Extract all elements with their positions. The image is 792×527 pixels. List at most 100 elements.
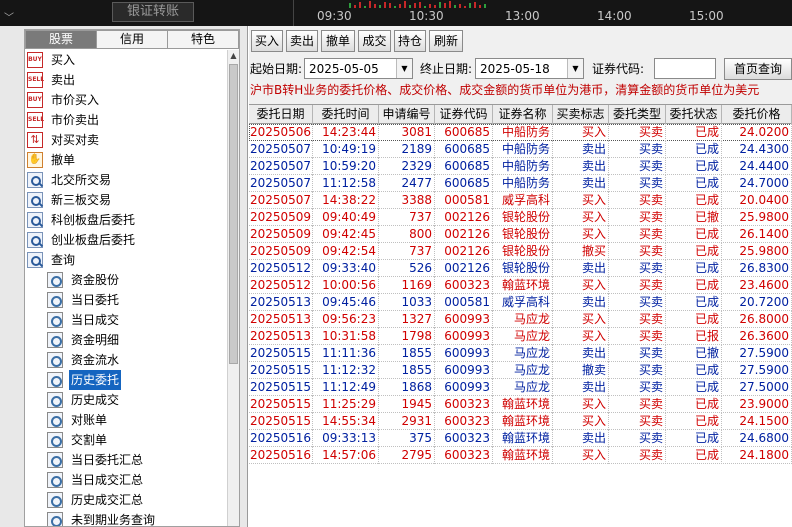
column-header[interactable]: 委托价格: [722, 105, 792, 124]
volume-bar: [379, 5, 381, 8]
table-row[interactable]: 20250513 09:56:23 1327 600993 马应龙 买入 买卖 已成 26.80…: [249, 311, 792, 328]
orders-table: 委托日期 委托时间 申请编号 证券代码 证券名称 买卖标志 委托类型 委托状态 委托价格 202…: [249, 104, 792, 527]
buy-button[interactable]: 买入: [251, 30, 283, 52]
refresh-button[interactable]: 刷新: [429, 30, 463, 52]
security-code-input[interactable]: [654, 58, 716, 79]
table-cell: 2329: [379, 158, 435, 175]
end-date-value: 2025-05-18: [480, 62, 550, 76]
tree-item-label: 当日委托: [71, 293, 120, 307]
table-cell: 卖出: [553, 294, 609, 311]
table-row[interactable]: 20250516 09:33:13 375 600323 翰蓝环境 卖出 买卖 已成 24.68…: [249, 430, 792, 447]
table-row[interactable]: 20250507 10:49:19 2189 600685 中船防务 卖出 买卖 已成 24.4…: [249, 141, 792, 158]
table-cell: 已成: [666, 379, 722, 396]
table-row[interactable]: 20250515 11:12:49 1868 600993 马应龙 卖出 买卖 已成 27.50…: [249, 379, 792, 396]
column-header[interactable]: 委托状态: [666, 105, 722, 124]
table-row[interactable]: 20250515 11:12:32 1855 600993 马应龙 撤卖 买卖 已成 27.59…: [249, 362, 792, 379]
table-cell: 翰蓝环境: [493, 396, 553, 413]
table-cell: 已成: [666, 413, 722, 430]
query-icon: [47, 412, 63, 428]
tree-item-label: 资金流水: [71, 353, 120, 367]
column-header[interactable]: 委托类型: [609, 105, 666, 124]
table-cell: 24.7000: [722, 175, 792, 192]
column-header[interactable]: 买卖标志: [553, 105, 609, 124]
dropdown-arrow-icon[interactable]: ▼: [567, 59, 583, 78]
table-cell: 27.5900: [722, 362, 792, 379]
table-cell: 526: [379, 260, 435, 277]
table-row[interactable]: 20250509 09:40:49 737 002126 银轮股份 买入 买卖 已撤 25.98…: [249, 209, 792, 226]
table-cell: 1855: [379, 345, 435, 362]
start-date-picker[interactable]: 2025-05-05 ▼: [304, 58, 413, 79]
table-row[interactable]: 20250516 14:57:06 2795 600323 翰蓝环境 买入 买卖 已成 24.1…: [249, 447, 792, 464]
tab-stocks[interactable]: 股票: [25, 30, 97, 49]
table-row[interactable]: 20250513 10:31:58 1798 600993 马应龙 买入 买卖 已报 26.36…: [249, 328, 792, 345]
table-row[interactable]: 20250506 14:23:44 3081 600685 中船防务 买入 买卖 已成 24.0…: [249, 124, 792, 141]
table-cell: 20250515: [249, 345, 313, 362]
table-row[interactable]: 20250512 10:00:56 1169 600323 翰蓝环境 买入 买卖 已成 23.4…: [249, 277, 792, 294]
table-cell: 撤买: [553, 243, 609, 260]
table-cell: 20250513: [249, 294, 313, 311]
scroll-up-arrow-icon[interactable]: ▲: [228, 50, 239, 62]
table-cell: 600685: [435, 141, 493, 158]
table-row[interactable]: 20250507 10:59:20 2329 600685 中船防务 卖出 买卖 已成 24.4…: [249, 158, 792, 175]
column-header[interactable]: 委托时间: [313, 105, 379, 124]
table-cell: 已成: [666, 243, 722, 260]
column-header[interactable]: 委托日期: [249, 105, 313, 124]
table-cell: 26.8300: [722, 260, 792, 277]
table-cell: 银轮股份: [493, 260, 553, 277]
table-cell: 买入: [553, 192, 609, 209]
table-row[interactable]: 20250515 11:11:36 1855 600993 马应龙 卖出 买卖 已撤 27.59…: [249, 345, 792, 362]
table-row[interactable]: 20250509 09:42:45 800 002126 银轮股份 买入 买卖 已成 26.14…: [249, 226, 792, 243]
table-cell: 买入: [553, 226, 609, 243]
tree-scrollbar[interactable]: ▲: [227, 50, 239, 526]
chevron-down-icon[interactable]: ﹀: [4, 14, 16, 24]
table-cell: 600685: [435, 175, 493, 192]
table-cell: 09:40:49: [313, 209, 379, 226]
table-cell: 20250509: [249, 209, 313, 226]
tab-special[interactable]: 特色: [167, 30, 239, 49]
tree-item-label: 科创板盘后委托: [51, 213, 136, 227]
table-row[interactable]: 20250507 11:12:58 2477 600685 中船防务 卖出 买卖 已成 24.7…: [249, 175, 792, 192]
column-header[interactable]: 申请编号: [379, 105, 435, 124]
first-page-query-button[interactable]: 首页查询: [724, 58, 792, 80]
query-icon: [47, 392, 63, 408]
table-row[interactable]: 20250515 14:55:34 2931 600323 翰蓝环境 买入 买卖 已成 24.1…: [249, 413, 792, 430]
table-cell: 20250507: [249, 192, 313, 209]
trades-button[interactable]: 成交: [358, 30, 391, 52]
table-cell: 买卖: [609, 294, 666, 311]
cancel-order-button[interactable]: 撤单: [321, 30, 355, 52]
scroll-thumb[interactable]: [229, 64, 238, 364]
tab-credit[interactable]: 信用: [96, 30, 168, 49]
function-tree-box: 股票 信用 特色 BUY 买入 SELL 卖出 BUY 市价买入 SELL 市价卖出 ⇅ 对买对卖…: [24, 29, 240, 527]
table-cell: 737: [379, 209, 435, 226]
table-cell: 20250512: [249, 260, 313, 277]
table-row[interactable]: 20250515 11:25:29 1945 600323 翰蓝环境 买入 买卖 已成 23.9…: [249, 396, 792, 413]
table-cell: 买卖: [609, 243, 666, 260]
column-header[interactable]: 证券代码: [435, 105, 493, 124]
table-cell: 买卖: [609, 362, 666, 379]
volume-bar: [419, 2, 421, 8]
table-cell: 已成: [666, 277, 722, 294]
sell-button[interactable]: 卖出: [286, 30, 318, 52]
table-cell: 09:56:23: [313, 311, 379, 328]
table-cell: 买卖: [609, 328, 666, 345]
table-row[interactable]: 20250509 09:42:54 737 002126 银轮股份 撤买 买卖 已成 25.98…: [249, 243, 792, 260]
table-cell: 1033: [379, 294, 435, 311]
tree-item-label: 历史委托: [69, 370, 122, 390]
table-cell: 600323: [435, 430, 493, 447]
table-row[interactable]: 20250513 09:45:46 1033 000581 威孚高科 卖出 买卖 已成 20.7…: [249, 294, 792, 311]
intraday-mini-chart: 09:30 10:30 13:00 14:00 15:00: [293, 0, 792, 26]
sell-icon: SELL: [27, 112, 44, 128]
bank-transfer-button[interactable]: 银证转账: [112, 2, 194, 22]
table-cell: 已成: [666, 362, 722, 379]
positions-button[interactable]: 持仓: [394, 30, 426, 52]
table-cell: 3388: [379, 192, 435, 209]
swap-icon: ⇅: [27, 132, 43, 148]
table-row[interactable]: 20250512 09:33:40 526 002126 银轮股份 卖出 买卖 已成 26.83…: [249, 260, 792, 277]
dropdown-arrow-icon[interactable]: ▼: [396, 59, 412, 78]
table-row[interactable]: 20250507 14:38:22 3388 000581 威孚高科 买入 买卖 已成 20.0…: [249, 192, 792, 209]
volume-bar: [354, 5, 356, 8]
end-date-picker[interactable]: 2025-05-18 ▼: [475, 58, 584, 79]
column-header[interactable]: 证券名称: [493, 105, 553, 124]
time-tick: 15:00: [689, 9, 724, 23]
table-cell: 已成: [666, 192, 722, 209]
